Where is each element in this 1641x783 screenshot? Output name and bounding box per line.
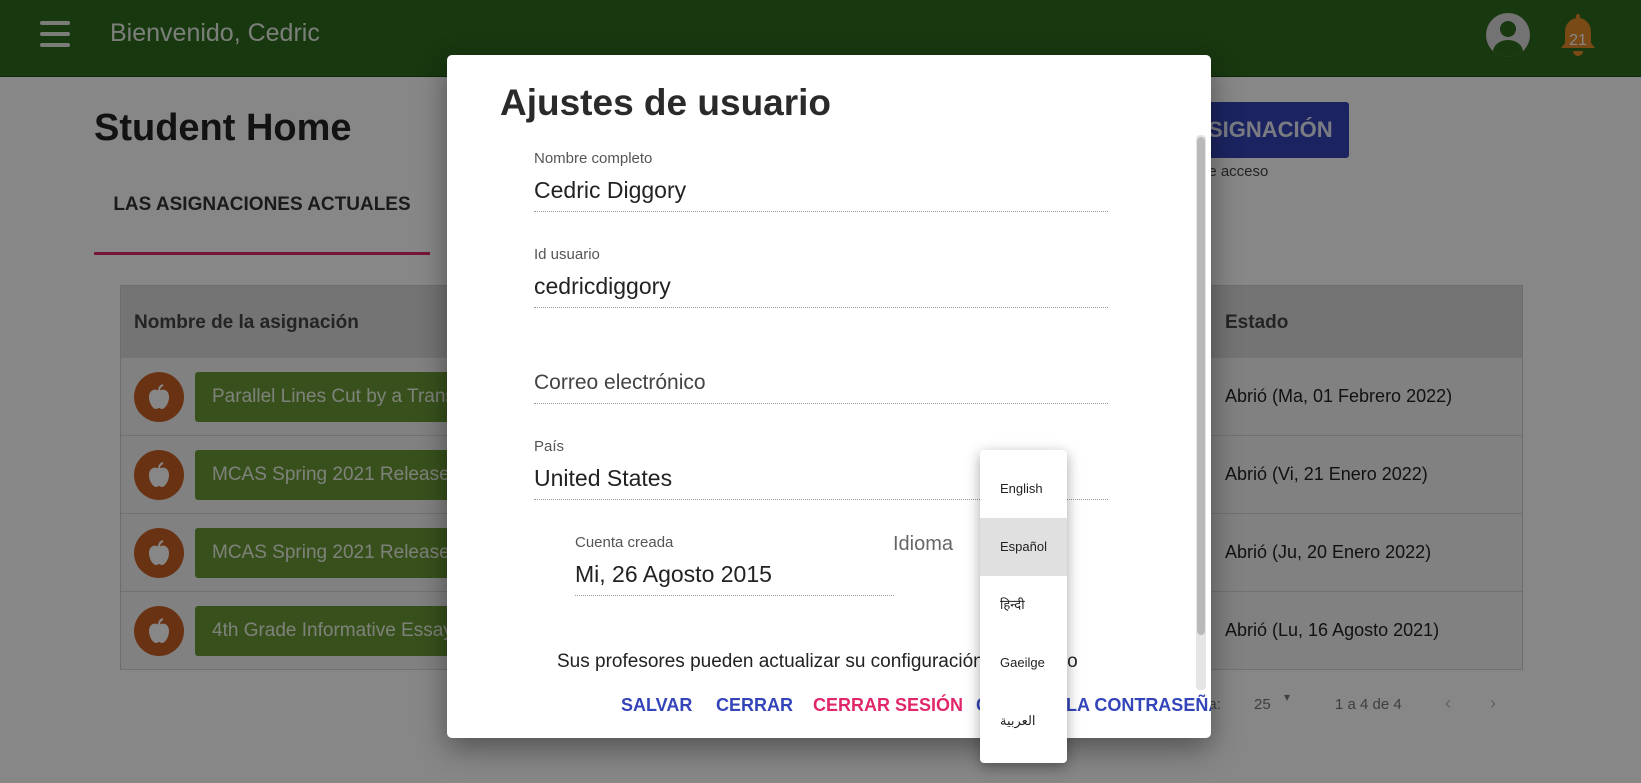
language-option-irish[interactable]: Gaeilge bbox=[980, 634, 1067, 692]
country-label: País bbox=[534, 438, 565, 455]
dialog-scrollbar[interactable] bbox=[1196, 135, 1206, 690]
account-created-label: Cuenta creada bbox=[575, 534, 674, 551]
language-option-hindi[interactable]: हिन्दी bbox=[980, 576, 1067, 634]
country-value[interactable]: United States bbox=[534, 465, 672, 492]
scrollbar-thumb[interactable] bbox=[1197, 137, 1205, 635]
full-name-value[interactable]: Cedric Diggory bbox=[534, 177, 686, 204]
user-settings-dialog: Ajustes de usuario Nombre completo Cedri… bbox=[447, 55, 1211, 738]
user-id-field[interactable]: Id usuario cedricdiggory bbox=[534, 246, 1108, 308]
account-created-value: Mi, 26 Agosto 2015 bbox=[575, 561, 772, 587]
full-name-label: Nombre completo bbox=[534, 150, 653, 167]
logout-button[interactable]: CERRAR SESIÓN bbox=[813, 695, 963, 716]
full-name-field[interactable]: Nombre completo Cedric Diggory bbox=[534, 150, 1108, 212]
language-option-arabic[interactable]: العربية bbox=[980, 692, 1067, 750]
language-option-english[interactable]: English bbox=[980, 460, 1067, 518]
user-id-label: Id usuario bbox=[534, 246, 600, 263]
email-field[interactable]: Correo electrónico bbox=[534, 371, 1108, 404]
save-button[interactable]: SALVAR bbox=[621, 695, 692, 716]
language-option-spanish[interactable]: Español bbox=[980, 518, 1067, 576]
email-placeholder: Correo electrónico bbox=[534, 371, 706, 394]
language-dropdown-menu: English Español हिन्दी Gaeilge العربية bbox=[980, 450, 1067, 763]
language-label[interactable]: Idioma bbox=[893, 533, 953, 556]
close-button[interactable]: CERRAR bbox=[716, 695, 793, 716]
user-id-value[interactable]: cedricdiggory bbox=[534, 273, 671, 300]
dialog-title: Ajustes de usuario bbox=[500, 82, 832, 123]
account-created-field: Cuenta creada Mi, 26 Agosto 2015 bbox=[575, 534, 894, 596]
